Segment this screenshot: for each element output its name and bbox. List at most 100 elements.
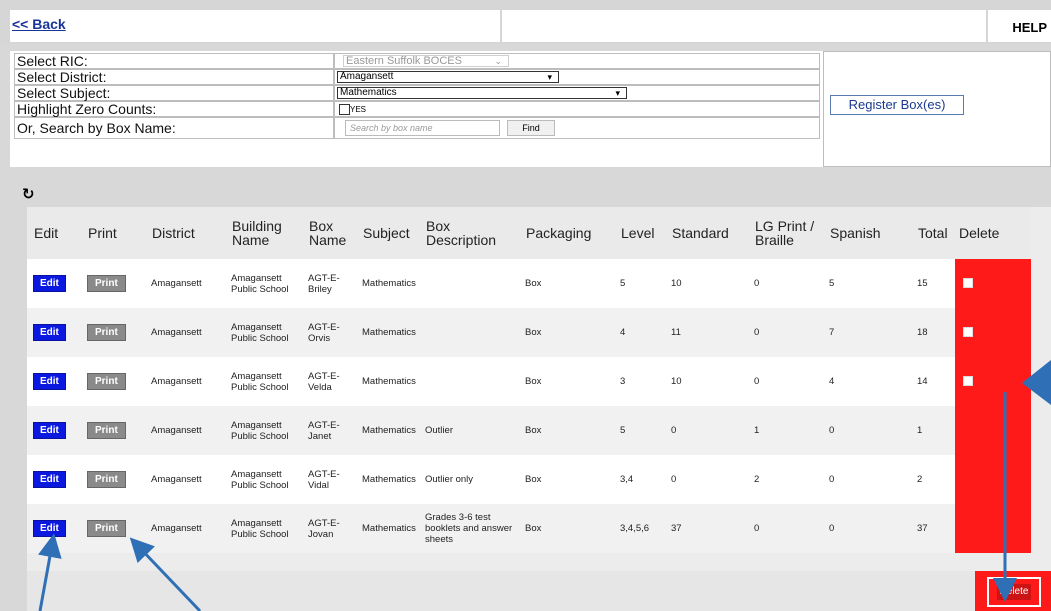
lg-print-cell: 0 [748, 504, 823, 553]
district-cell: Amagansett [145, 455, 225, 504]
register-panel: Register Box(es) [823, 51, 1051, 167]
total-cell: 37 [911, 504, 955, 553]
chevron-down-icon: ⌄ [494, 56, 502, 66]
print-cell: Print [81, 357, 145, 406]
standard-cell: 10 [665, 259, 748, 308]
box-name-cell: AGT-E-Orvis [302, 308, 356, 357]
box-name-cell: AGT-E-Velda [302, 357, 356, 406]
edit-cell: Edit [27, 504, 81, 553]
lg-print-cell: 2 [748, 455, 823, 504]
header-delete: Delete [955, 207, 1031, 259]
box-name-cell: AGT-E-Janet [302, 406, 356, 455]
print-button[interactable]: Print [87, 373, 126, 390]
back-link[interactable]: << Back [12, 16, 66, 32]
header-lg-print-braille: LG Print / Braille [748, 207, 823, 259]
description-cell [419, 357, 519, 406]
description-cell: Outlier [419, 406, 519, 455]
standard-cell: 11 [665, 308, 748, 357]
delete-cell [955, 406, 1031, 455]
edit-button[interactable]: Edit [33, 520, 66, 537]
find-button[interactable]: Find [507, 120, 555, 136]
top-bar-spacer [502, 10, 986, 42]
edit-button[interactable]: Edit [33, 275, 66, 292]
packaging-cell: Box [519, 504, 614, 553]
print-cell: Print [81, 406, 145, 455]
delete-button[interactable]: Delete [987, 577, 1041, 607]
packaging-cell: Box [519, 455, 614, 504]
subject-cell: Mathematics [356, 406, 419, 455]
box-name-cell: AGT-E-Vidal [302, 455, 356, 504]
packaging-cell: Box [519, 259, 614, 308]
subject-select[interactable]: Mathematics ▾ [337, 87, 627, 99]
print-cell: Print [81, 504, 145, 553]
header-edit: Edit [27, 207, 81, 259]
help-link[interactable]: HELP [1012, 20, 1047, 35]
lg-print-cell: 0 [748, 259, 823, 308]
refresh-icon[interactable]: ↻ [22, 185, 35, 203]
box-name-cell: AGT-E-Jovan [302, 504, 356, 553]
zero-option-label: YES [350, 105, 367, 114]
boxes-table: Edit Print District Building Name Box Na… [27, 207, 1031, 553]
delete-checkbox[interactable] [963, 376, 973, 386]
edit-button[interactable]: Edit [33, 422, 66, 439]
subject-row: Select Subject: Mathematics ▾ [14, 85, 820, 101]
zero-checkbox[interactable] [339, 104, 350, 115]
building-cell: Amagansett Public School [225, 308, 302, 357]
level-cell: 4 [614, 308, 665, 357]
total-cell: 2 [911, 455, 955, 504]
description-cell [419, 308, 519, 357]
packaging-cell: Box [519, 406, 614, 455]
edit-button[interactable]: Edit [33, 324, 66, 341]
register-boxes-button[interactable]: Register Box(es) [830, 95, 964, 115]
delete-cell [955, 259, 1031, 308]
district-row: Select District: Amagansett ▾ [14, 69, 820, 85]
delete-cell [955, 308, 1031, 357]
spanish-cell: 0 [823, 455, 911, 504]
subject-cell: Mathematics [356, 455, 419, 504]
chevron-down-icon: ▾ [615, 88, 620, 98]
total-cell: 14 [911, 357, 955, 406]
delete-cell [955, 455, 1031, 504]
help-cell: HELP [988, 10, 1051, 42]
standard-cell: 10 [665, 357, 748, 406]
print-button[interactable]: Print [87, 471, 126, 488]
building-cell: Amagansett Public School [225, 406, 302, 455]
table-row: Edit Print Amagansett Amagansett Public Sch… [27, 406, 1031, 455]
delete-checkbox[interactable] [963, 278, 973, 288]
total-cell: 18 [911, 308, 955, 357]
level-cell: 5 [614, 406, 665, 455]
district-cell: Amagansett [145, 259, 225, 308]
building-cell: Amagansett Public School [225, 455, 302, 504]
district-cell: Amagansett [145, 308, 225, 357]
district-select[interactable]: Amagansett ▾ [337, 71, 559, 83]
print-button[interactable]: Print [87, 422, 126, 439]
edit-cell: Edit [27, 357, 81, 406]
district-cell: Amagansett [145, 406, 225, 455]
edit-button[interactable]: Edit [33, 471, 66, 488]
header-box-name: Box Name [302, 207, 356, 259]
search-input[interactable]: Search by box name [345, 120, 500, 136]
building-cell: Amagansett Public School [225, 357, 302, 406]
print-button[interactable]: Print [87, 520, 126, 537]
spanish-cell: 4 [823, 357, 911, 406]
table-row: Edit Print Amagansett Amagansett Public Sch… [27, 455, 1031, 504]
table-row: Edit Print Amagansett Amagansett Public Sch… [27, 357, 1031, 406]
chevron-down-icon: ▾ [547, 72, 552, 82]
box-name-cell: AGT-E-Briley [302, 259, 356, 308]
table-row: Edit Print Amagansett Amagansett Public Sch… [27, 504, 1031, 553]
table-footer: Delete [27, 571, 1051, 611]
packaging-cell: Box [519, 308, 614, 357]
header-spanish: Spanish [823, 207, 911, 259]
ric-label: Select RIC: [14, 53, 334, 69]
table-row: Edit Print Amagansett Amagansett Public Sch… [27, 259, 1031, 308]
edit-button[interactable]: Edit [33, 373, 66, 390]
standard-cell: 0 [665, 455, 748, 504]
zero-label: Highlight Zero Counts: [14, 101, 334, 117]
header-total: Total [911, 207, 955, 259]
delete-checkbox[interactable] [963, 327, 973, 337]
delete-cell [955, 357, 1031, 406]
print-button[interactable]: Print [87, 324, 126, 341]
print-button[interactable]: Print [87, 275, 126, 292]
print-cell: Print [81, 308, 145, 357]
district-label: Select District: [14, 69, 334, 85]
